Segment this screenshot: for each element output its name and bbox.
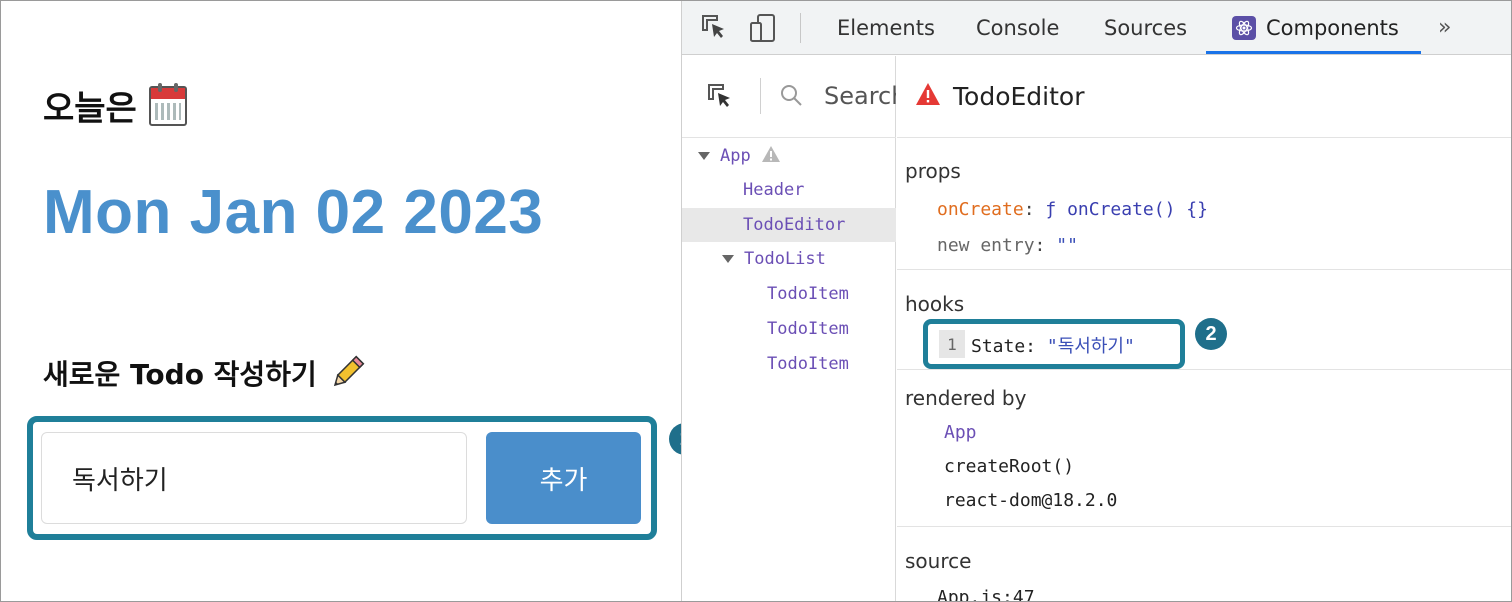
devtools-panel: Elements Console Sources Components » Se… [681,1,1511,601]
screenshot-frame: 오늘은 Mon Jan 02 2023 새로운 Todo 작성하기 독서하기 추… [0,0,1512,602]
warning-icon [761,145,781,168]
tab-console[interactable]: Console [976,1,1059,55]
today-heading: 오늘은 [43,81,187,130]
hook-state[interactable]: State: "독서하기" [971,332,1135,358]
selected-component-name: TodoEditor [953,82,1085,111]
tree-node-app[interactable]: App [682,139,896,173]
devtools-tabbar: Elements Console Sources Components » [682,1,1511,55]
more-tabs-icon[interactable]: » [1438,15,1451,40]
select-component-icon[interactable] [706,82,736,112]
prop-value: ƒ onCreate() {} [1045,199,1208,220]
tab-components-label: Components [1266,16,1399,40]
tree-node-todolist[interactable]: TodoList [682,242,896,276]
editor-title-text: 새로운 Todo 작성하기 [43,358,317,391]
expand-caret-icon[interactable] [722,255,734,263]
tree-toolbar: Search [682,56,896,138]
hook-value: "독서하기" [1046,336,1135,357]
active-tab-indicator [1206,51,1421,54]
tree-toolbar-divider [760,78,761,114]
tree-node-todoitem[interactable]: TodoItem [682,347,896,381]
pencil-icon [327,353,367,393]
react-icon [1232,16,1256,40]
rendered-by-react-dom: react-dom@18.2.0 [944,490,1118,511]
tab-elements[interactable]: Elements [837,1,935,55]
hook-name: State: [971,336,1037,357]
tab-components[interactable]: Components [1232,1,1399,55]
calendar-icon [148,82,187,126]
error-warning-icon [915,82,941,112]
rendered-by-app[interactable]: App [944,422,977,443]
rendered-by-section: rendered by App createRoot() react-dom@1… [897,370,1511,527]
add-button[interactable]: 추가 [486,432,641,524]
inspect-element-icon[interactable] [700,13,730,43]
callout-badge-2: 2 [1195,318,1227,350]
source-section: source App.js:47 [897,527,1511,601]
toolbar-divider [800,13,801,43]
props-section: props onCreate: ƒ onCreate() {} new entr… [897,139,1511,270]
tab-sources[interactable]: Sources [1104,1,1187,55]
source-file[interactable]: App.js:47 [937,587,1035,601]
prop-value: "" [1056,235,1078,256]
rendered-by-createroot: createRoot() [944,456,1075,477]
prop-oncreate[interactable]: onCreate: ƒ onCreate() {} [937,199,1208,220]
tree-node-label: App [720,146,751,166]
search-input[interactable]: Search [824,82,896,110]
rendered-by-title: rendered by [905,386,1027,410]
search-icon [778,82,804,108]
prop-new-entry[interactable]: new entry: "" [937,235,1078,256]
prop-key: new entry [937,235,1035,256]
tree-node-label: TodoList [744,249,826,269]
tree-node-todoitem[interactable]: TodoItem [682,277,896,311]
prop-key: onCreate [937,199,1024,220]
app-pane: 오늘은 Mon Jan 02 2023 새로운 Todo 작성하기 독서하기 추… [1,1,701,601]
props-title: props [905,159,961,183]
component-tree-pane: Search App Header TodoEditor TodoList To… [682,56,896,601]
todo-input[interactable]: 독서하기 [41,432,467,524]
hooks-title: hooks [905,292,965,316]
tree-node-header[interactable]: Header [682,173,896,207]
current-date: Mon Jan 02 2023 [43,178,544,247]
device-toggle-icon[interactable] [748,13,778,43]
expand-caret-icon[interactable] [698,152,710,160]
hook-index: 1 [939,330,965,358]
tree-node-todoeditor[interactable]: TodoEditor [682,208,896,242]
source-title: source [905,549,972,573]
detail-header: TodoEditor [897,56,1511,138]
today-label: 오늘은 [43,89,137,129]
tree-node-todoitem[interactable]: TodoItem [682,312,896,346]
editor-title: 새로운 Todo 작성하기 [43,353,367,393]
